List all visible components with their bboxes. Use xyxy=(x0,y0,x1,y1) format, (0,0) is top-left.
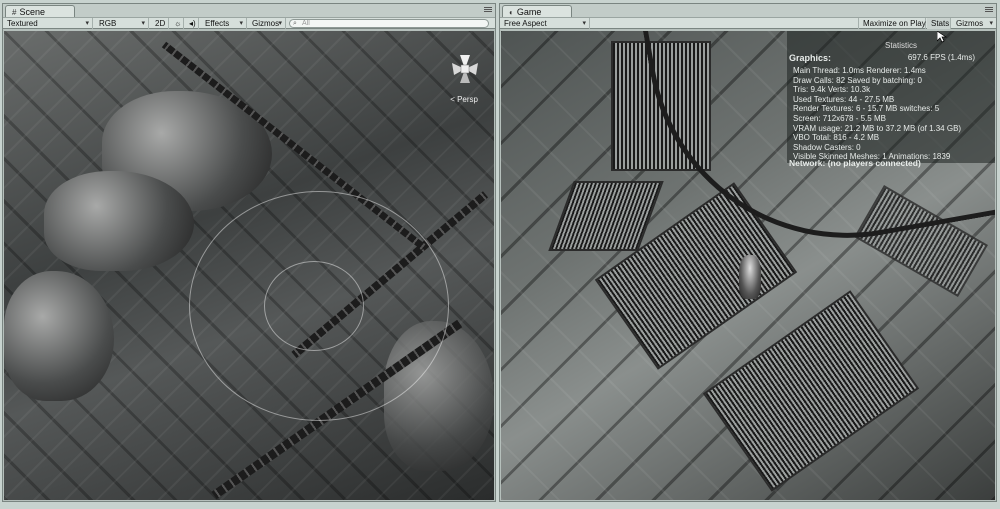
scene-viewport[interactable]: < Persp xyxy=(4,31,494,500)
tab-game-label: Game xyxy=(516,6,542,17)
scene-toolbar: Textured RGB 2D ☼ ◂) Effects Gizmos ⌕ Al… xyxy=(3,17,495,29)
game-viewport[interactable]: Statistics Graphics: 697.6 FPS (1.4ms) M… xyxy=(501,31,995,500)
aspect-dropdown[interactable]: Free Aspect xyxy=(500,18,590,29)
game-pacman-icon: ◐ xyxy=(509,7,514,17)
player-character xyxy=(739,255,761,299)
stats-title: Statistics xyxy=(884,41,917,50)
graphics-label: Graphics: xyxy=(789,53,832,63)
game-toolbar: Free Aspect Maximize on Play Stats Gizmo… xyxy=(500,17,996,29)
lighting-toggle-icon[interactable]: ☼ xyxy=(170,18,184,29)
search-placeholder: All xyxy=(302,20,310,27)
search-icon: ⌕ xyxy=(293,20,297,27)
maximize-on-play-label: Maximize on Play xyxy=(863,19,926,28)
scene-tabbar: # Scene xyxy=(3,4,495,18)
rock-formation xyxy=(44,171,194,271)
orientation-gizmo-icon[interactable] xyxy=(450,49,480,89)
audio-toggle-icon[interactable]: ◂) xyxy=(185,18,199,29)
scene-gizmos-label: Gizmos xyxy=(252,19,280,28)
stats-line: Draw Calls: 82 Saved by batching: 0 xyxy=(793,75,922,85)
effects-dropdown[interactable]: Effects xyxy=(201,18,247,29)
stats-line: Main Thread: 1.0ms Renderer: 1.4ms xyxy=(793,66,926,75)
game-panel-menu-icon[interactable] xyxy=(985,6,993,14)
game-tabbar: ◐ Game xyxy=(500,4,996,18)
toggle-2d-button[interactable]: 2D xyxy=(151,18,169,29)
light-range-gizmo xyxy=(264,261,364,351)
effects-label: Effects xyxy=(205,19,230,28)
rock-formation xyxy=(4,271,114,401)
scene-gizmos-dropdown[interactable]: Gizmos xyxy=(248,18,286,29)
game-gizmos-label: Gizmos xyxy=(956,19,984,28)
mouse-cursor-icon xyxy=(937,31,947,43)
aspect-value: Free Aspect xyxy=(504,19,547,28)
stats-line: Shadow Casters: 0 xyxy=(793,142,861,152)
draw-mode-dropdown[interactable]: Textured xyxy=(3,18,93,29)
stats-line: VBO Total: 816 - 4.2 MB xyxy=(793,133,880,143)
toggle-2d-label: 2D xyxy=(155,19,166,28)
stats-line: Render Textures: 6 - 15.7 MB switches: 5 xyxy=(793,104,940,114)
stats-label: Stats xyxy=(931,19,950,28)
render-mode-dropdown[interactable]: RGB xyxy=(95,18,149,29)
render-mode-value: RGB xyxy=(99,19,117,28)
stats-lines: Main Thread: 1.0ms Renderer: 1.4ms Draw … xyxy=(793,66,961,162)
draw-mode-value: Textured xyxy=(7,19,38,28)
scene-search-input[interactable]: ⌕ All xyxy=(289,19,489,28)
scene-grid-icon: # xyxy=(12,7,17,17)
game-gizmos-dropdown[interactable]: Gizmos xyxy=(952,18,996,29)
stats-line: Screen: 712x678 - 5.5 MB xyxy=(793,113,886,123)
network-status: Network: (no players connected) xyxy=(789,158,921,168)
stats-line: VRAM usage: 21.2 MB to 37.2 MB (of 1.34 … xyxy=(793,123,962,133)
projection-label[interactable]: < Persp xyxy=(450,95,478,104)
tab-scene-label: Scene xyxy=(19,6,45,17)
maximize-on-play-button[interactable]: Maximize on Play xyxy=(858,18,926,29)
stats-button[interactable]: Stats xyxy=(927,18,951,29)
game-panel: ◐ Game Free Aspect Maximize on Play Stat… xyxy=(499,3,997,502)
stats-line: Used Textures: 44 - 27.5 MB xyxy=(793,94,895,104)
stats-overlay: Statistics Graphics: 697.6 FPS (1.4ms) M… xyxy=(787,31,995,168)
scene-panel: # Scene Textured RGB 2D ☼ ◂) Effects Giz… xyxy=(2,3,496,502)
scene-panel-menu-icon[interactable] xyxy=(484,6,492,14)
fps-readout: 697.6 FPS (1.4ms) xyxy=(907,53,975,62)
stats-line: Tris: 9.4k Verts: 10.3k xyxy=(793,85,871,95)
